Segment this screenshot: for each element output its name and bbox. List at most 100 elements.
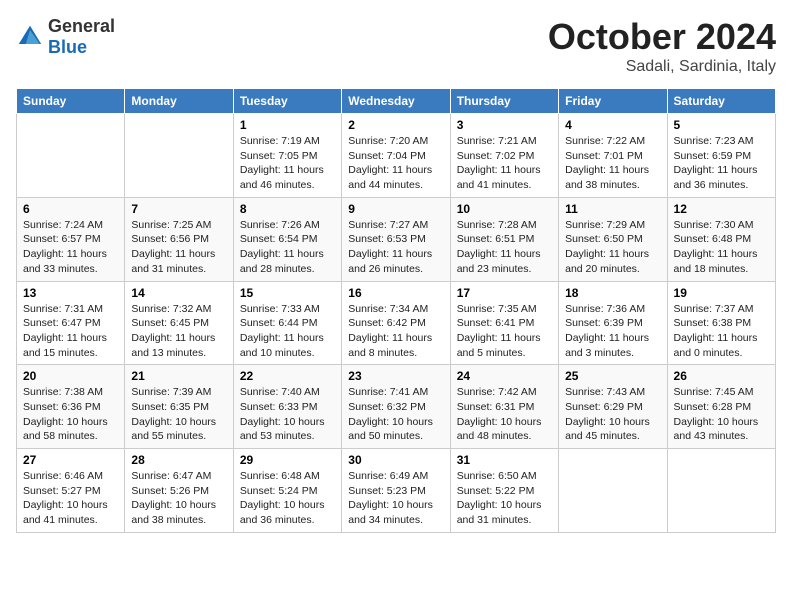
- day-number: 13: [23, 286, 118, 300]
- day-header-monday: Monday: [125, 89, 233, 114]
- day-info: Sunrise: 7:43 AMSunset: 6:29 PMDaylight:…: [565, 385, 660, 444]
- calendar-week-row: 20 Sunrise: 7:38 AMSunset: 6:36 PMDayligh…: [17, 365, 776, 449]
- calendar-cell: 19 Sunrise: 7:37 AMSunset: 6:38 PMDayligh…: [667, 281, 775, 365]
- month-title: October 2024: [548, 16, 776, 58]
- day-number: 26: [674, 369, 769, 383]
- day-number: 30: [348, 453, 443, 467]
- calendar-cell: 7 Sunrise: 7:25 AMSunset: 6:56 PMDaylight…: [125, 197, 233, 281]
- location-title: Sadali, Sardinia, Italy: [548, 58, 776, 76]
- title-block: October 2024 Sadali, Sardinia, Italy: [548, 16, 776, 76]
- day-info: Sunrise: 7:25 AMSunset: 6:56 PMDaylight:…: [131, 218, 226, 277]
- calendar-cell: 20 Sunrise: 7:38 AMSunset: 6:36 PMDayligh…: [17, 365, 125, 449]
- day-info: Sunrise: 7:36 AMSunset: 6:39 PMDaylight:…: [565, 302, 660, 361]
- logo-text: General Blue: [48, 16, 115, 58]
- day-header-friday: Friday: [559, 89, 667, 114]
- day-info: Sunrise: 7:41 AMSunset: 6:32 PMDaylight:…: [348, 385, 443, 444]
- day-number: 6: [23, 202, 118, 216]
- calendar-cell: 8Sunrise: 7:26 AMSunset: 6:54 PMDaylight…: [233, 197, 341, 281]
- day-info: Sunrise: 7:22 AMSunset: 7:01 PMDaylight:…: [565, 134, 660, 193]
- calendar-cell: 24Sunrise: 7:42 AMSunset: 6:31 PMDayligh…: [450, 365, 558, 449]
- calendar-cell: 14Sunrise: 7:32 AMSunset: 6:45 PMDayligh…: [125, 281, 233, 365]
- day-number: 12: [674, 202, 769, 216]
- calendar-cell: 31Sunrise: 6:50 AMSunset: 5:22 PMDayligh…: [450, 449, 558, 533]
- calendar-cell: 12 Sunrise: 7:30 AMSunset: 6:48 PMDayligh…: [667, 197, 775, 281]
- calendar-cell: [17, 114, 125, 198]
- calendar-table: SundayMondayTuesdayWednesdayThursdayFrid…: [16, 88, 776, 533]
- calendar-cell: 28 Sunrise: 6:47 AMSunset: 5:26 PMDayligh…: [125, 449, 233, 533]
- calendar-cell: [559, 449, 667, 533]
- logo-general: General: [48, 16, 115, 36]
- day-info: Sunrise: 7:29 AMSunset: 6:50 PMDaylight:…: [565, 218, 660, 277]
- day-info: Sunrise: 7:30 AMSunset: 6:48 PMDaylight:…: [674, 218, 769, 277]
- calendar-cell: [667, 449, 775, 533]
- calendar-cell: 26 Sunrise: 7:45 AMSunset: 6:28 PMDayligh…: [667, 365, 775, 449]
- day-info: Sunrise: 7:45 AMSunset: 6:28 PMDaylight:…: [674, 385, 769, 444]
- logo-blue: Blue: [48, 37, 87, 57]
- calendar-cell: 21 Sunrise: 7:39 AMSunset: 6:35 PMDayligh…: [125, 365, 233, 449]
- day-info: Sunrise: 7:24 AMSunset: 6:57 PMDaylight:…: [23, 218, 118, 277]
- day-number: 1: [240, 118, 335, 132]
- day-number: 28: [131, 453, 226, 467]
- calendar-week-row: 27Sunrise: 6:46 AMSunset: 5:27 PMDayligh…: [17, 449, 776, 533]
- calendar-cell: 9Sunrise: 7:27 AMSunset: 6:53 PMDaylight…: [342, 197, 450, 281]
- calendar-cell: [125, 114, 233, 198]
- day-number: 15: [240, 286, 335, 300]
- calendar-cell: 27Sunrise: 6:46 AMSunset: 5:27 PMDayligh…: [17, 449, 125, 533]
- day-number: 29: [240, 453, 335, 467]
- calendar-cell: 11 Sunrise: 7:29 AMSunset: 6:50 PMDayligh…: [559, 197, 667, 281]
- day-number: 4: [565, 118, 660, 132]
- day-info: Sunrise: 6:49 AMSunset: 5:23 PMDaylight:…: [348, 469, 443, 528]
- calendar-cell: 18Sunrise: 7:36 AMSunset: 6:39 PMDayligh…: [559, 281, 667, 365]
- day-info: Sunrise: 7:19 AMSunset: 7:05 PMDaylight:…: [240, 134, 335, 193]
- day-number: 20: [23, 369, 118, 383]
- day-info: Sunrise: 7:23 AMSunset: 6:59 PMDaylight:…: [674, 134, 769, 193]
- calendar-cell: 6 Sunrise: 7:24 AMSunset: 6:57 PMDaylight…: [17, 197, 125, 281]
- day-header-sunday: Sunday: [17, 89, 125, 114]
- calendar-cell: 3Sunrise: 7:21 AMSunset: 7:02 PMDaylight…: [450, 114, 558, 198]
- logo-icon: [16, 23, 44, 51]
- day-info: Sunrise: 7:40 AMSunset: 6:33 PMDaylight:…: [240, 385, 335, 444]
- day-info: Sunrise: 7:27 AMSunset: 6:53 PMDaylight:…: [348, 218, 443, 277]
- page-header: General Blue October 2024 Sadali, Sardin…: [16, 16, 776, 76]
- calendar-cell: 10Sunrise: 7:28 AMSunset: 6:51 PMDayligh…: [450, 197, 558, 281]
- calendar-cell: 16 Sunrise: 7:34 AMSunset: 6:42 PMDayligh…: [342, 281, 450, 365]
- day-info: Sunrise: 7:32 AMSunset: 6:45 PMDaylight:…: [131, 302, 226, 361]
- day-info: Sunrise: 7:33 AMSunset: 6:44 PMDaylight:…: [240, 302, 335, 361]
- calendar-week-row: 1 Sunrise: 7:19 AMSunset: 7:05 PMDaylight…: [17, 114, 776, 198]
- calendar-cell: 25 Sunrise: 7:43 AMSunset: 6:29 PMDayligh…: [559, 365, 667, 449]
- day-number: 11: [565, 202, 660, 216]
- calendar-cell: 5Sunrise: 7:23 AMSunset: 6:59 PMDaylight…: [667, 114, 775, 198]
- day-number: 7: [131, 202, 226, 216]
- day-info: Sunrise: 7:35 AMSunset: 6:41 PMDaylight:…: [457, 302, 552, 361]
- day-info: Sunrise: 7:37 AMSunset: 6:38 PMDaylight:…: [674, 302, 769, 361]
- calendar-cell: 2Sunrise: 7:20 AMSunset: 7:04 PMDaylight…: [342, 114, 450, 198]
- day-header-wednesday: Wednesday: [342, 89, 450, 114]
- day-number: 21: [131, 369, 226, 383]
- day-info: Sunrise: 7:31 AMSunset: 6:47 PMDaylight:…: [23, 302, 118, 361]
- day-header-saturday: Saturday: [667, 89, 775, 114]
- day-info: Sunrise: 7:38 AMSunset: 6:36 PMDaylight:…: [23, 385, 118, 444]
- day-number: 8: [240, 202, 335, 216]
- day-number: 27: [23, 453, 118, 467]
- day-info: Sunrise: 6:48 AMSunset: 5:24 PMDaylight:…: [240, 469, 335, 528]
- day-number: 19: [674, 286, 769, 300]
- calendar-cell: 23 Sunrise: 7:41 AMSunset: 6:32 PMDayligh…: [342, 365, 450, 449]
- day-info: Sunrise: 7:42 AMSunset: 6:31 PMDaylight:…: [457, 385, 552, 444]
- calendar-cell: 1 Sunrise: 7:19 AMSunset: 7:05 PMDaylight…: [233, 114, 341, 198]
- logo: General Blue: [16, 16, 115, 58]
- day-info: Sunrise: 7:28 AMSunset: 6:51 PMDaylight:…: [457, 218, 552, 277]
- day-info: Sunrise: 7:39 AMSunset: 6:35 PMDaylight:…: [131, 385, 226, 444]
- day-number: 16: [348, 286, 443, 300]
- day-number: 25: [565, 369, 660, 383]
- day-info: Sunrise: 7:34 AMSunset: 6:42 PMDaylight:…: [348, 302, 443, 361]
- day-number: 22: [240, 369, 335, 383]
- day-number: 23: [348, 369, 443, 383]
- calendar-cell: 4 Sunrise: 7:22 AMSunset: 7:01 PMDaylight…: [559, 114, 667, 198]
- day-number: 3: [457, 118, 552, 132]
- day-header-tuesday: Tuesday: [233, 89, 341, 114]
- day-info: Sunrise: 7:20 AMSunset: 7:04 PMDaylight:…: [348, 134, 443, 193]
- calendar-week-row: 6 Sunrise: 7:24 AMSunset: 6:57 PMDaylight…: [17, 197, 776, 281]
- day-number: 17: [457, 286, 552, 300]
- day-info: Sunrise: 6:50 AMSunset: 5:22 PMDaylight:…: [457, 469, 552, 528]
- day-info: Sunrise: 6:47 AMSunset: 5:26 PMDaylight:…: [131, 469, 226, 528]
